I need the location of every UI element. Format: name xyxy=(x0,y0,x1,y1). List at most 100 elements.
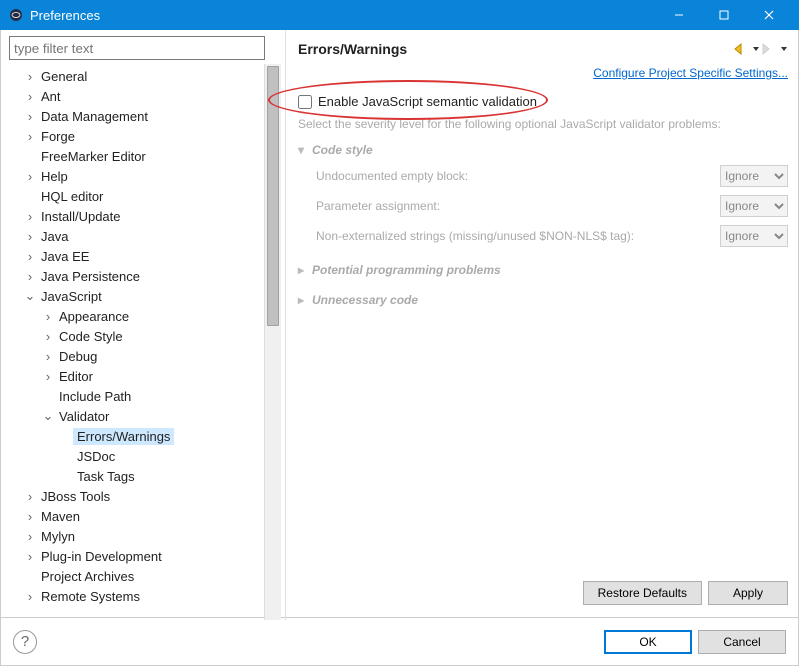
section-potential-problems[interactable]: ▸ Potential programming problems xyxy=(298,263,788,277)
tree-item-label: Maven xyxy=(37,508,84,525)
tree-item-label: Java Persistence xyxy=(37,268,144,285)
section-code-style[interactable]: ▾ Code style xyxy=(298,143,788,157)
tree-item-remote-systems[interactable]: ›Remote Systems xyxy=(5,586,264,606)
tree-item-project-archives[interactable]: Project Archives xyxy=(5,566,264,586)
tree-item-freemarker-editor[interactable]: FreeMarker Editor xyxy=(5,146,264,166)
tree-item-java-persistence[interactable]: ›Java Persistence xyxy=(5,266,264,286)
chevron-right-icon[interactable]: › xyxy=(23,209,37,224)
tree-item-label: General xyxy=(37,68,91,85)
tree-item-label: Forge xyxy=(37,128,79,145)
preferences-tree[interactable]: ›General›Ant›Data Management›ForgeFreeMa… xyxy=(5,64,264,620)
chevron-right-icon[interactable]: › xyxy=(23,169,37,184)
tree-item-help[interactable]: ›Help xyxy=(5,166,264,186)
tree-item-hql-editor[interactable]: HQL editor xyxy=(5,186,264,206)
close-button[interactable] xyxy=(746,0,791,30)
tree-item-include-path[interactable]: Include Path xyxy=(5,386,264,406)
tree-item-label: HQL editor xyxy=(37,188,107,205)
tree-item-maven[interactable]: ›Maven xyxy=(5,506,264,526)
minimize-button[interactable] xyxy=(656,0,701,30)
filter-input[interactable] xyxy=(9,36,265,60)
severity-select[interactable]: Ignore xyxy=(720,225,788,247)
severity-description: Select the severity level for the follow… xyxy=(298,117,788,131)
nav-icons xyxy=(734,43,788,55)
tree-scrollbar[interactable] xyxy=(264,64,281,620)
tree-item-java[interactable]: ›Java xyxy=(5,226,264,246)
chevron-right-icon[interactable]: › xyxy=(23,69,37,84)
tree-item-editor[interactable]: ›Editor xyxy=(5,366,264,386)
tree-item-general[interactable]: ›General xyxy=(5,66,264,86)
tree-item-debug[interactable]: ›Debug xyxy=(5,346,264,366)
option-row: Parameter assignment:Ignore xyxy=(298,191,788,221)
back-menu-icon[interactable] xyxy=(752,43,760,55)
tree-item-label: Debug xyxy=(55,348,101,365)
chevron-right-icon[interactable]: › xyxy=(23,509,37,524)
enable-validation-checkbox[interactable] xyxy=(298,95,312,109)
tree-item-label: Project Archives xyxy=(37,568,138,585)
chevron-right-icon[interactable]: › xyxy=(41,349,55,364)
configure-project-link[interactable]: Configure Project Specific Settings... xyxy=(298,62,788,88)
chevron-right-icon[interactable]: › xyxy=(23,229,37,244)
tree-item-install-update[interactable]: ›Install/Update xyxy=(5,206,264,226)
tree-item-label: Java xyxy=(37,228,72,245)
tree-item-validator[interactable]: ⌄Validator xyxy=(5,406,264,426)
forward-arrow-icon[interactable] xyxy=(762,43,778,55)
forward-menu-icon[interactable] xyxy=(780,43,788,55)
chevron-right-icon[interactable]: › xyxy=(41,369,55,384)
ok-button[interactable]: OK xyxy=(604,630,692,654)
maximize-button[interactable] xyxy=(701,0,746,30)
option-row: Undocumented empty block:Ignore xyxy=(298,161,788,191)
tree-item-plug-in-development[interactable]: ›Plug-in Development xyxy=(5,546,264,566)
panel-heading: Errors/Warnings xyxy=(298,41,734,57)
dialog-footer: ? OK Cancel xyxy=(0,618,799,666)
tree-item-forge[interactable]: ›Forge xyxy=(5,126,264,146)
tree-item-code-style[interactable]: ›Code Style xyxy=(5,326,264,346)
chevron-right-icon[interactable]: › xyxy=(23,269,37,284)
option-row: Non-externalized strings (missing/unused… xyxy=(298,221,788,251)
chevron-right-icon[interactable]: › xyxy=(23,129,37,144)
tree-item-task-tags[interactable]: Task Tags xyxy=(5,466,264,486)
triangle-right-icon: ▸ xyxy=(298,263,312,277)
enable-validation-label: Enable JavaScript semantic validation xyxy=(318,94,537,109)
tree-item-jboss-tools[interactable]: ›JBoss Tools xyxy=(5,486,264,506)
chevron-down-icon[interactable]: ⌄ xyxy=(23,288,37,304)
chevron-right-icon[interactable]: › xyxy=(23,489,37,504)
restore-defaults-button[interactable]: Restore Defaults xyxy=(583,581,702,605)
option-label: Non-externalized strings (missing/unused… xyxy=(316,229,720,243)
tree-item-javascript[interactable]: ⌄JavaScript xyxy=(5,286,264,306)
tree-item-appearance[interactable]: ›Appearance xyxy=(5,306,264,326)
tree-item-label: Java EE xyxy=(37,248,93,265)
tree-item-jsdoc[interactable]: JSDoc xyxy=(5,446,264,466)
triangle-down-icon: ▾ xyxy=(298,143,312,157)
tree-item-label: JBoss Tools xyxy=(37,488,114,505)
option-label: Parameter assignment: xyxy=(316,199,720,213)
tree-item-label: JSDoc xyxy=(73,448,119,465)
tree-item-data-management[interactable]: ›Data Management xyxy=(5,106,264,126)
cancel-button[interactable]: Cancel xyxy=(698,630,786,654)
apply-button[interactable]: Apply xyxy=(708,581,788,605)
chevron-right-icon[interactable]: › xyxy=(23,109,37,124)
chevron-right-icon[interactable]: › xyxy=(41,329,55,344)
chevron-right-icon[interactable]: › xyxy=(23,589,37,604)
chevron-right-icon[interactable]: › xyxy=(41,309,55,324)
tree-item-label: Editor xyxy=(55,368,97,385)
back-arrow-icon[interactable] xyxy=(734,43,750,55)
chevron-down-icon[interactable]: ⌄ xyxy=(41,408,55,424)
chevron-right-icon[interactable]: › xyxy=(23,89,37,104)
left-panel: ›General›Ant›Data Management›ForgeFreeMa… xyxy=(1,30,286,620)
scrollbar-thumb[interactable] xyxy=(267,66,279,326)
chevron-right-icon[interactable]: › xyxy=(23,529,37,544)
severity-select[interactable]: Ignore xyxy=(720,165,788,187)
tree-item-java-ee[interactable]: ›Java EE xyxy=(5,246,264,266)
help-icon[interactable]: ? xyxy=(13,630,37,654)
dialog-body: ›General›Ant›Data Management›ForgeFreeMa… xyxy=(0,30,799,618)
severity-select[interactable]: Ignore xyxy=(720,195,788,217)
tree-item-errors-warnings[interactable]: Errors/Warnings xyxy=(5,426,264,446)
tree-item-label: Appearance xyxy=(55,308,133,325)
section-unnecessary-code[interactable]: ▸ Unnecessary code xyxy=(298,293,788,307)
chevron-right-icon[interactable]: › xyxy=(23,549,37,564)
tree-item-label: Remote Systems xyxy=(37,588,144,605)
tree-item-label: JavaScript xyxy=(37,288,106,305)
tree-item-mylyn[interactable]: ›Mylyn xyxy=(5,526,264,546)
chevron-right-icon[interactable]: › xyxy=(23,249,37,264)
tree-item-ant[interactable]: ›Ant xyxy=(5,86,264,106)
